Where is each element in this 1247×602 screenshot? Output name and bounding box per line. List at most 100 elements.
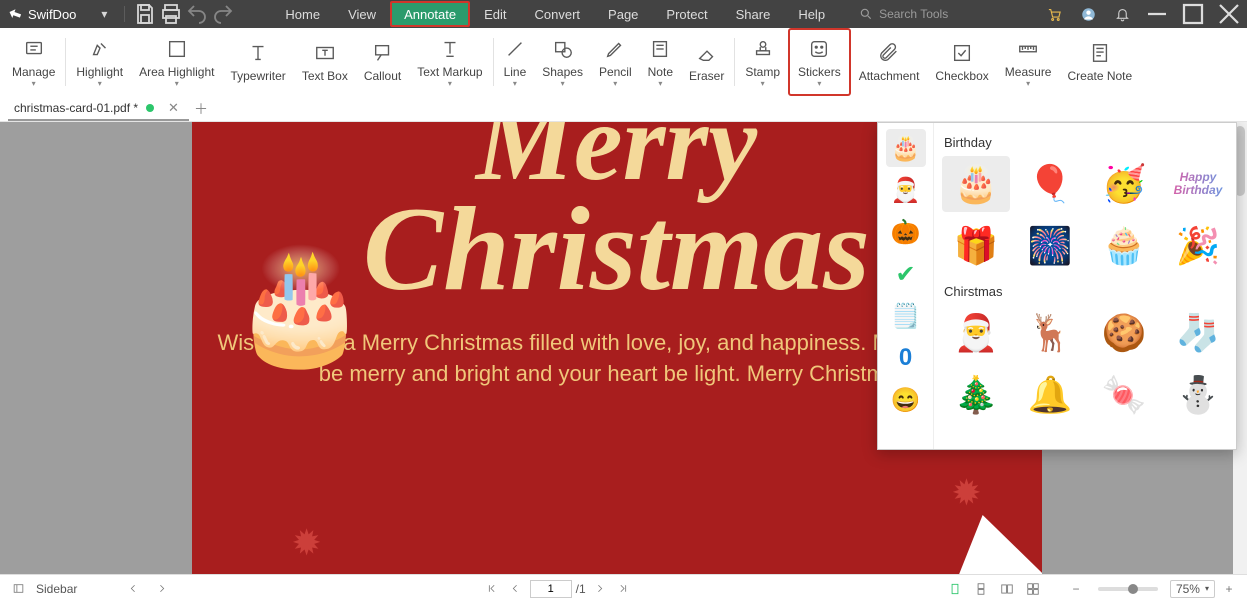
ribbon: Manage▾ Highlight▾ Area Highlight▾ Typew…: [0, 28, 1247, 96]
app-logo: SwifDoo: [8, 7, 76, 22]
cart-icon[interactable]: [1037, 0, 1071, 28]
sticker-snowman[interactable]: ⛄: [1164, 367, 1232, 423]
sticker-candycane[interactable]: 🍬: [1090, 367, 1158, 423]
zoom-out-icon[interactable]: −: [1066, 579, 1086, 599]
maximize-button[interactable]: [1175, 0, 1211, 28]
tool-measure[interactable]: Measure▾: [997, 28, 1060, 96]
sticker-reindeer[interactable]: 🦌: [1016, 305, 1084, 361]
sticker-main: Birthday 🎂 🎈 🥳 Happy Birthday 🎁 🎆 🧁 🎉 Ch…: [934, 123, 1236, 449]
file-tab-label: christmas-card-01.pdf *: [14, 101, 138, 115]
zoom-slider[interactable]: [1098, 587, 1158, 591]
decoration-burst-icon: ✹: [951, 472, 981, 514]
qat-dropdown-icon[interactable]: ▾: [92, 2, 116, 26]
file-tab[interactable]: christmas-card-01.pdf * ✕: [8, 96, 189, 121]
sticker-category-list: 🎂 🎅 🎃 ✔ 🗒️ 0 😄: [878, 123, 934, 449]
tool-callout[interactable]: Callout: [356, 28, 409, 96]
close-tab-icon[interactable]: ✕: [168, 100, 179, 116]
sticker-cake[interactable]: 🎂: [942, 156, 1010, 212]
search-tools[interactable]: Search Tools: [859, 7, 948, 21]
tool-create-note[interactable]: Create Note: [1059, 28, 1140, 96]
tool-checkbox[interactable]: Checkbox: [927, 28, 996, 96]
tool-line[interactable]: Line▾: [496, 28, 535, 96]
menu-protect[interactable]: Protect: [652, 0, 721, 28]
undo-icon[interactable]: [185, 2, 209, 26]
page-total: /1: [576, 582, 586, 596]
menu-view[interactable]: View: [334, 0, 390, 28]
menu-share[interactable]: Share: [722, 0, 785, 28]
view-single-icon[interactable]: [944, 579, 966, 599]
cat-birthday[interactable]: 🎂: [886, 129, 926, 167]
tool-eraser[interactable]: Eraser: [681, 28, 732, 96]
page-next-icon[interactable]: [590, 579, 610, 599]
cat-note[interactable]: 🗒️: [886, 297, 926, 335]
tool-manage[interactable]: Manage▾: [4, 28, 63, 96]
cat-santa[interactable]: 🎅: [886, 171, 926, 209]
sidebar-toggle-icon[interactable]: [8, 579, 28, 599]
app-name: SwifDoo: [28, 7, 76, 22]
bell-icon[interactable]: [1105, 0, 1139, 28]
tool-shapes[interactable]: Shapes▾: [534, 28, 591, 96]
cat-emoji[interactable]: 😄: [886, 381, 926, 419]
menu-home[interactable]: Home: [271, 0, 334, 28]
user-icon[interactable]: [1071, 0, 1105, 28]
sticker-bell[interactable]: 🔔: [1016, 367, 1084, 423]
page-number-input[interactable]: [530, 580, 572, 598]
sticker-gingerbread[interactable]: 🍪: [1090, 305, 1158, 361]
view-continuous-icon[interactable]: [970, 579, 992, 599]
tool-attachment[interactable]: Attachment: [851, 28, 928, 96]
page-last-icon[interactable]: [614, 579, 634, 599]
sticker-tree[interactable]: 🎄: [942, 367, 1010, 423]
close-button[interactable]: [1211, 0, 1247, 28]
sidebar-label[interactable]: Sidebar: [36, 582, 77, 596]
tool-stamp[interactable]: Stamp▾: [737, 28, 788, 96]
menu-help[interactable]: Help: [784, 0, 839, 28]
stickers-panel: 🎂 🎅 🎃 ✔ 🗒️ 0 😄 Birthday 🎂 🎈 🥳 Happy Birt…: [877, 122, 1237, 450]
section-birthday-title: Birthday: [944, 135, 1232, 150]
tool-typewriter[interactable]: Typewriter: [222, 28, 293, 96]
tool-highlight[interactable]: Highlight▾: [68, 28, 131, 96]
sticker-gift[interactable]: 🎁: [942, 218, 1010, 274]
sticker-fireworks[interactable]: 🎆: [1016, 218, 1084, 274]
page-first-icon[interactable]: [482, 579, 502, 599]
menu-convert[interactable]: Convert: [521, 0, 595, 28]
sticker-party-popper[interactable]: 🎉: [1164, 218, 1232, 274]
cat-check[interactable]: ✔: [886, 255, 926, 293]
cat-zero[interactable]: 0: [886, 339, 926, 377]
sticker-stocking[interactable]: 🧦: [1164, 305, 1232, 361]
quick-access-toolbar: ▾: [92, 2, 235, 26]
menu-edit[interactable]: Edit: [470, 0, 520, 28]
tool-area-highlight[interactable]: Area Highlight▾: [131, 28, 222, 96]
zoom-level[interactable]: 75%▾: [1170, 580, 1215, 598]
print-icon[interactable]: [159, 2, 183, 26]
zoom-in-icon[interactable]: +: [1219, 579, 1239, 599]
tool-note[interactable]: Note▾: [640, 28, 681, 96]
tool-text-box[interactable]: Text Box: [294, 28, 356, 96]
sticker-santa[interactable]: 🎅: [942, 305, 1010, 361]
modified-indicator-icon: [146, 104, 154, 112]
redo-icon[interactable]: [211, 2, 235, 26]
tool-stickers[interactable]: Stickers▾: [788, 28, 851, 96]
tool-pencil[interactable]: Pencil▾: [591, 28, 640, 96]
page-prev-icon[interactable]: [506, 579, 526, 599]
placed-sticker-cake[interactable]: 🎂: [232, 242, 369, 371]
statusbar: Sidebar /1 − 75%▾ +: [0, 574, 1247, 602]
view-two-page-icon[interactable]: [996, 579, 1018, 599]
sticker-party-hat[interactable]: 🥳: [1090, 156, 1158, 212]
section-christmas-title: Chirstmas: [944, 284, 1232, 299]
search-placeholder: Search Tools: [879, 7, 948, 21]
minimize-button[interactable]: [1139, 0, 1175, 28]
cat-pumpkin[interactable]: 🎃: [886, 213, 926, 251]
tabstrip: christmas-card-01.pdf * ✕ ＋: [0, 96, 1247, 122]
nav-next-icon[interactable]: [151, 579, 171, 599]
view-two-continuous-icon[interactable]: [1022, 579, 1044, 599]
sticker-balloons[interactable]: 🎈: [1016, 156, 1084, 212]
nav-prev-icon[interactable]: [123, 579, 143, 599]
sticker-happy-birthday-text[interactable]: Happy Birthday: [1164, 156, 1232, 212]
decoration-burst-icon: ✹: [292, 522, 322, 564]
menu-page[interactable]: Page: [594, 0, 652, 28]
tool-text-markup[interactable]: Text Markup▾: [409, 28, 490, 96]
new-tab-button[interactable]: ＋: [189, 96, 213, 121]
menu-annotate[interactable]: Annotate: [390, 1, 470, 27]
save-icon[interactable]: [133, 2, 157, 26]
sticker-cupcake[interactable]: 🧁: [1090, 218, 1158, 274]
